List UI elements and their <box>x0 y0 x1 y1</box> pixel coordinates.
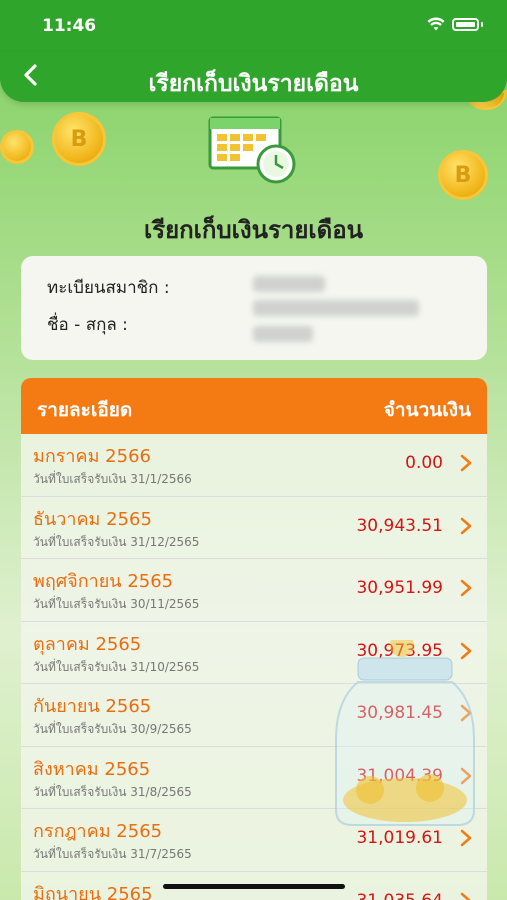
member-name-redacted <box>253 326 313 342</box>
calendar-clock-icon <box>208 116 296 184</box>
navigation-bar: เรียกเก็บเงินรายเดือน <box>0 52 507 102</box>
billing-row[interactable]: สิงหาคม 2565 วันที่ใบเสร็จรับเงิน 31/8/2… <box>21 746 487 809</box>
row-month: พฤศจิกายน 2565 <box>33 571 174 592</box>
row-amount: 30,951.99 <box>356 578 443 598</box>
chevron-right-icon <box>460 579 472 597</box>
battery-tip <box>481 21 483 27</box>
member-card: ทะเบียนสมาชิก : ชื่อ - สกุล : <box>21 256 487 360</box>
row-amount: 30,981.45 <box>356 703 443 723</box>
row-month: สิงหาคม 2565 <box>33 758 151 780</box>
row-date: วันที่ใบเสร็จรับเงิน 31/1/2566 <box>33 472 192 486</box>
home-indicator <box>163 884 345 889</box>
chevron-right-icon <box>460 642 472 659</box>
member-id-redacted <box>253 276 325 292</box>
coin-decoration: B <box>52 112 106 166</box>
chevron-right-icon <box>460 829 472 847</box>
section-title: เรียกเก็บเงินรายเดือน <box>143 216 364 244</box>
column-amount-header: จำนวนเงิน <box>383 399 471 421</box>
battery-icon <box>452 17 479 31</box>
row-month: กรกฎาคม 2565 <box>33 821 163 842</box>
page-title: เรียกเก็บเงินรายเดือน <box>148 71 359 97</box>
column-detail-header: รายละเอียด <box>37 399 133 421</box>
coin-decoration <box>0 130 34 164</box>
table-header: รายละเอียด จำนวนเงิน <box>21 378 487 434</box>
chevron-right-icon <box>460 892 472 900</box>
row-month: กันยายน 2565 <box>33 696 152 717</box>
wifi-icon <box>427 17 445 31</box>
row-amount: 31,004.39 <box>356 765 443 786</box>
row-month: ธันวาคม 2565 <box>33 508 152 530</box>
row-month: มกราคม 2566 <box>33 446 151 467</box>
billing-list: มกราคม 2566 วันที่ใบเสร็จรับเงิน 31/1/25… <box>21 434 487 900</box>
row-date: วันที่ใบเสร็จรับเงิน 31/10/2565 <box>33 659 200 674</box>
billing-row[interactable]: กันยายน 2565 วันที่ใบเสร็จรับเงิน 30/9/2… <box>21 684 487 747</box>
member-name-redacted <box>253 300 419 316</box>
billing-row[interactable]: พฤศจิกายน 2565 วันที่ใบเสร็จรับเงิน 30/1… <box>21 559 487 622</box>
row-amount: 0.00 <box>405 453 443 473</box>
status-time: 11:46 <box>42 16 97 36</box>
chevron-right-icon <box>460 767 472 784</box>
status-bar: 11:46 <box>0 0 507 52</box>
row-amount: 30,973.95 <box>356 640 443 661</box>
billing-row[interactable]: ตุลาคม 2565 วันที่ใบเสร็จรับเงิน 31/10/2… <box>21 621 487 684</box>
billing-row[interactable]: ธันวาคม 2565 วันที่ใบเสร็จรับเงิน 31/12/… <box>21 496 487 559</box>
row-date: วันที่ใบเสร็จรับเงิน 31/12/2565 <box>33 534 200 549</box>
row-amount: 31,019.61 <box>356 828 443 848</box>
coin-decoration: B <box>438 150 488 200</box>
billing-row[interactable]: กรกฎาคม 2565 วันที่ใบเสร็จรับเงิน 31/7/2… <box>21 809 487 872</box>
row-month: ตุลาคม 2565 <box>33 633 142 655</box>
row-amount: 31,035.64 <box>356 891 443 900</box>
row-date: วันที่ใบเสร็จรับเงิน 30/11/2565 <box>33 597 200 611</box>
row-date: วันที่ใบเสร็จรับเงิน 30/9/2565 <box>33 722 192 736</box>
billing-row[interactable]: มกราคม 2566 วันที่ใบเสร็จรับเงิน 31/1/25… <box>21 434 487 497</box>
member-name-label: ชื่อ - สกุล : <box>47 315 128 335</box>
row-month: มิถุนายน 2565 <box>33 883 153 900</box>
chevron-right-icon <box>460 517 472 534</box>
chevron-right-icon <box>460 704 472 722</box>
row-amount: 30,943.51 <box>356 515 443 536</box>
status-icons <box>427 17 483 31</box>
row-date: วันที่ใบเสร็จรับเงิน 31/8/2565 <box>33 784 192 799</box>
member-id-label: ทะเบียนสมาชิก : <box>47 278 170 298</box>
chevron-right-icon <box>460 454 472 472</box>
row-date: วันที่ใบเสร็จรับเงิน 31/7/2565 <box>33 847 192 861</box>
